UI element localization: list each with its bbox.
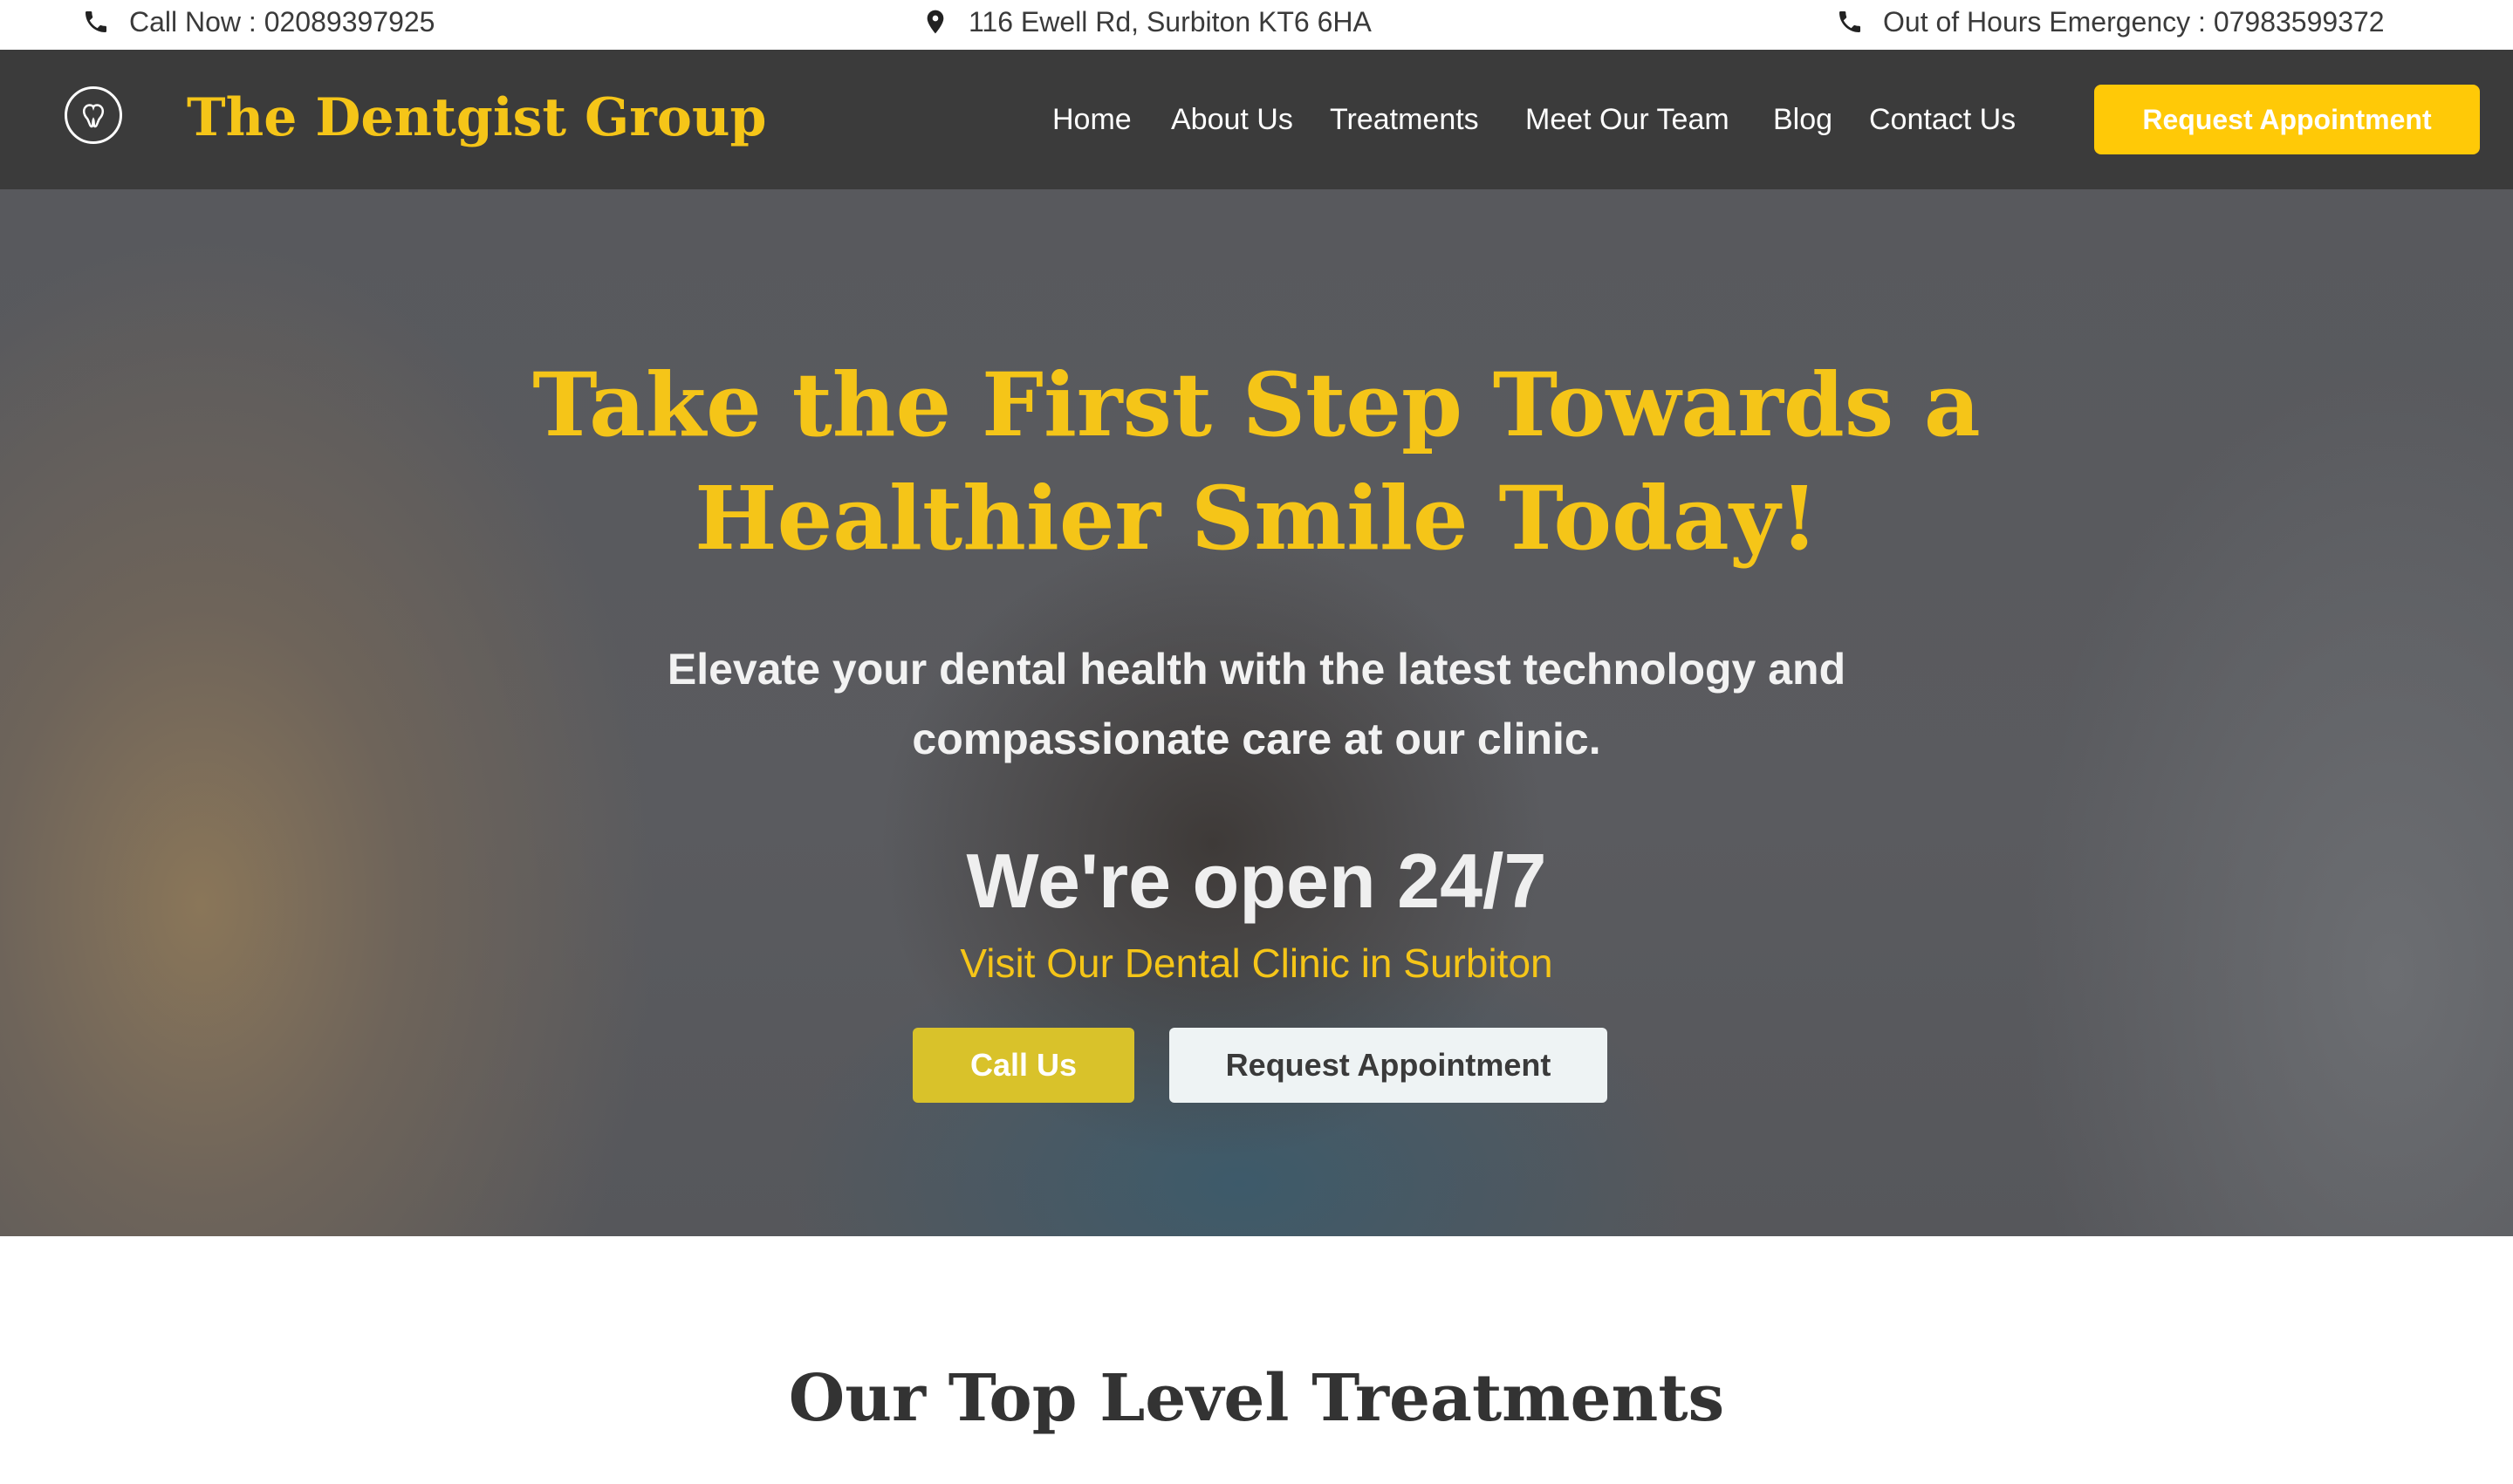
top-contact-bar: Call Now : 02089397925 116 Ewell Rd, Sur…	[0, 0, 2513, 50]
address-link[interactable]: 116 Ewell Rd, Surbiton KT6 6HA	[921, 0, 1372, 44]
phone-icon	[86, 11, 106, 32]
hero-subheading: Elevate your dental health with the late…	[0, 634, 2513, 774]
emergency-text: Out of Hours Emergency : 07983599372	[1883, 5, 2385, 38]
call-now-text: Call Now : 02089397925	[129, 5, 435, 38]
request-appointment-button[interactable]: Request Appointment	[2094, 85, 2480, 154]
nav-blog[interactable]: Blog	[1773, 95, 1832, 144]
nav-meet-our-team[interactable]: Meet Our Team	[1525, 95, 1729, 144]
phone-icon	[1839, 11, 1860, 32]
open-hours-heading: We're open 24/7	[966, 838, 1547, 924]
hero-heading: Take the First Step Towards a Healthier …	[0, 348, 2513, 575]
call-now-link[interactable]: Call Now : 02089397925	[82, 0, 435, 44]
map-pin-icon	[927, 10, 944, 34]
nav-about-us[interactable]: About Us	[1171, 95, 1293, 144]
hero-heading-line-2: Healthier Smile Today!	[695, 467, 1818, 570]
hero-subheading-line-2: compassionate care at our clinic.	[912, 715, 1601, 763]
hero-banner: Take the First Step Towards a Healthier …	[0, 189, 2513, 1236]
nav-contact-us[interactable]: Contact Us	[1869, 95, 2016, 144]
tooth-logo-icon[interactable]	[65, 86, 122, 144]
hero-subheading-line-1: Elevate your dental health with the late…	[667, 645, 1846, 694]
call-us-button[interactable]: Call Us	[913, 1028, 1134, 1103]
nav-treatments[interactable]: Treatments	[1330, 95, 1479, 144]
hero-heading-line-1: Take the First Step Towards a	[532, 353, 1981, 456]
treatments-section-title: Our Top Level Treatments	[788, 1361, 1725, 1436]
brand-name[interactable]: The Dentgist Group	[187, 83, 766, 153]
visit-clinic-tagline: Visit Our Dental Clinic in Surbiton	[960, 940, 1553, 986]
emergency-phone-link[interactable]: Out of Hours Emergency : 07983599372	[1836, 0, 2385, 44]
hero-request-appointment-button[interactable]: Request Appointment	[1169, 1028, 1607, 1103]
address-text: 116 Ewell Rd, Surbiton KT6 6HA	[969, 5, 1372, 38]
main-navbar: The Dentgist Group Home About Us Treatme…	[0, 50, 2513, 189]
